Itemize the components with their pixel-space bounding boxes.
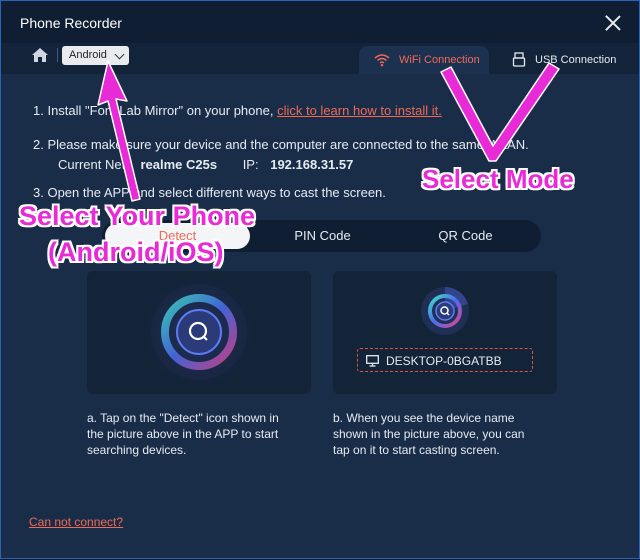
select-phone-annotation-sub: (Android/iOS) xyxy=(48,237,224,267)
phone-recorder-window: Phone Recorder Android WiFi Connection U… xyxy=(0,0,640,559)
annotation-arrows xyxy=(97,60,560,202)
select-phone-annotation: Select Your Phone xyxy=(19,201,256,231)
select-mode-annotation: Select Mode xyxy=(422,164,574,194)
